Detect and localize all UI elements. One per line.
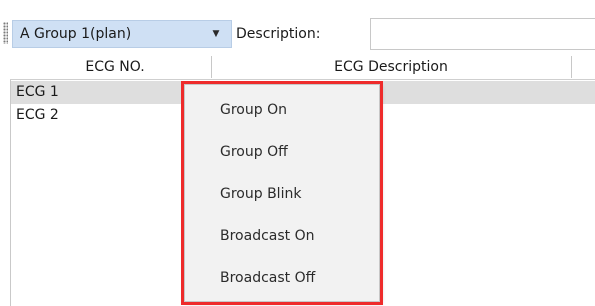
- grip-icon[interactable]: [3, 22, 8, 44]
- highlight-box: [181, 81, 383, 305]
- column-header-ecg-description[interactable]: ECG Description: [212, 54, 570, 80]
- description-input[interactable]: [370, 18, 595, 50]
- chevron-down-icon: ▼: [212, 29, 220, 39]
- ecg-no-cell[interactable]: ECG 2: [16, 104, 59, 126]
- column-header-ecg-no[interactable]: ECG NO.: [20, 54, 210, 80]
- ecg-no-cell[interactable]: ECG 1: [16, 81, 59, 103]
- column-divider[interactable]: [571, 56, 572, 78]
- group-dropdown-button[interactable]: ▼: [204, 22, 228, 46]
- group-select-value: A Group 1(plan): [20, 26, 132, 42]
- description-label: Description:: [236, 26, 321, 42]
